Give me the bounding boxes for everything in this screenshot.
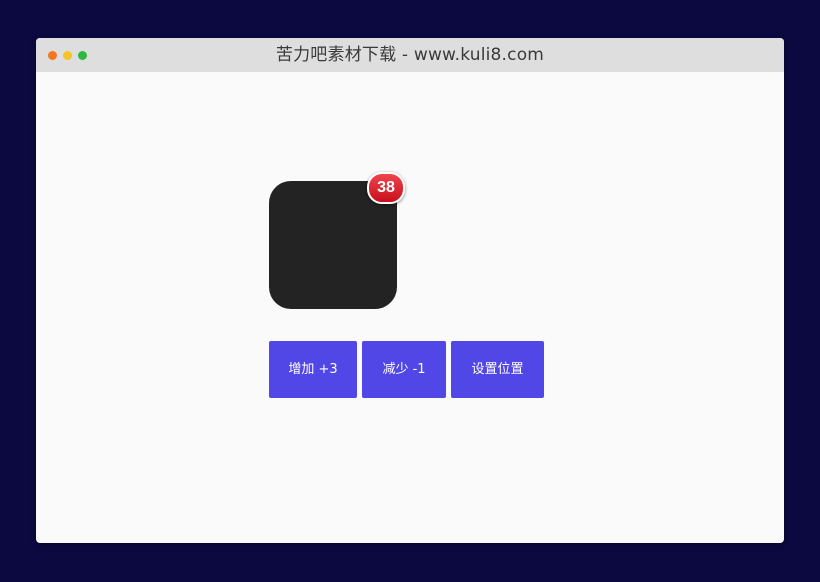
- title-bar: 苦力吧素材下载 - www.kuli8.com: [36, 38, 784, 72]
- decrease-button[interactable]: 减少 -1: [362, 341, 446, 398]
- content-area: 38 增加 +3 减少 -1 设置位置: [36, 72, 784, 543]
- browser-window: 苦力吧素材下载 - www.kuli8.com 38 增加 +3 减少 -1 设…: [36, 38, 784, 543]
- set-position-button[interactable]: 设置位置: [451, 341, 544, 398]
- notification-badge: 38: [367, 172, 405, 204]
- window-title: 苦力吧素材下载 - www.kuli8.com: [275, 45, 545, 65]
- increase-button[interactable]: 增加 +3: [269, 341, 357, 398]
